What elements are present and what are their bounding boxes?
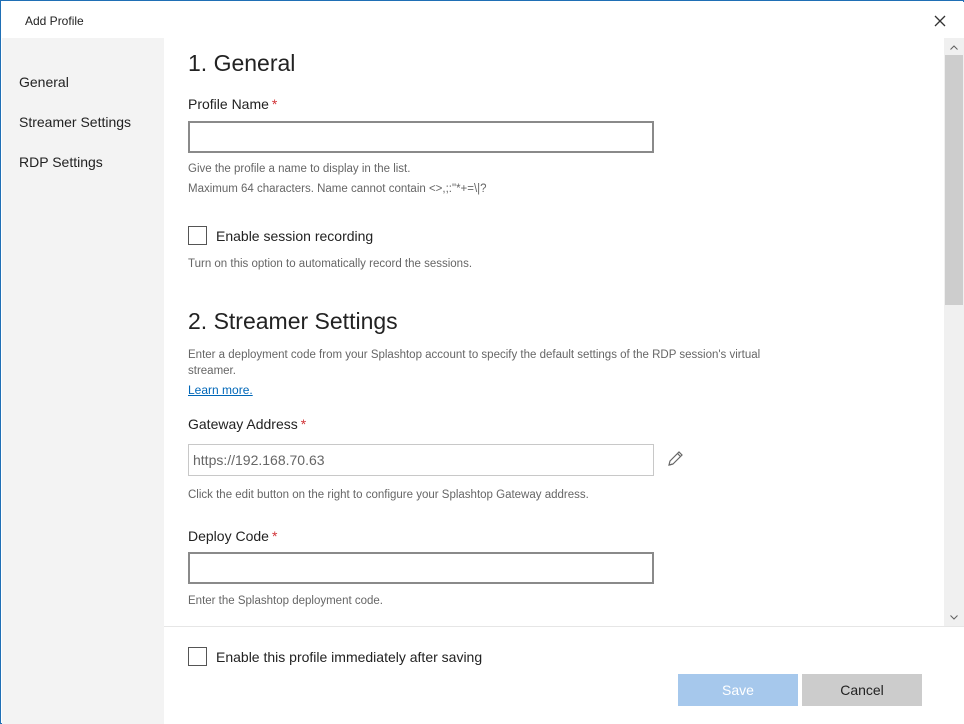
section-title-general: 1. General [188,50,296,76]
learn-more-link[interactable]: Learn more. [188,383,253,397]
close-icon [934,15,946,27]
profile-name-help-1: Give the profile a name to display in th… [188,163,411,175]
vertical-scrollbar[interactable] [944,38,964,626]
save-button[interactable]: Save [678,674,798,706]
gateway-address-input[interactable] [188,444,654,476]
window-title: Add Profile [25,14,84,28]
session-recording-label: Enable session recording [216,228,374,244]
enable-profile-label: Enable this profile immediately after sa… [216,649,483,665]
deploy-code-input[interactable] [188,552,654,584]
profile-name-label: Profile Name * [188,96,277,112]
required-mark: * [300,416,307,432]
main-content: 1. General Profile Name * Give the profil… [164,38,944,626]
profile-name-input[interactable] [188,121,654,153]
gateway-address-help: Click the edit button on the right to co… [188,489,589,501]
sidebar-item-rdp-settings[interactable]: RDP Settings [19,154,103,170]
sidebar: General Streamer Settings RDP Settings [2,38,164,724]
pencil-icon [668,451,683,466]
deploy-code-help: Enter the Splashtop deployment code. [188,595,383,607]
close-button[interactable] [928,9,952,33]
session-recording-help: Turn on this option to automatically rec… [188,258,473,270]
sidebar-item-general[interactable]: General [19,74,69,90]
scroll-thumb[interactable] [945,55,963,305]
deploy-code-label-text: Deploy Code [188,528,269,544]
gateway-address-label: Gateway Address * [188,416,306,432]
session-recording-checkbox[interactable] [188,226,207,245]
enable-profile-checkbox[interactable] [188,647,207,666]
sidebar-item-streamer-settings[interactable]: Streamer Settings [19,114,131,130]
title-bar: Add Profile [2,2,964,38]
profile-name-help-2: Maximum 64 characters. Name cannot conta… [188,183,487,195]
section-title-streamer-settings: 2. Streamer Settings [188,308,398,334]
scroll-up-button[interactable] [944,38,964,56]
add-profile-dialog: Add Profile General Streamer Settings RD… [0,0,964,724]
dialog-footer: Enable this profile immediately after sa… [164,626,964,724]
cancel-button[interactable]: Cancel [802,674,922,706]
deploy-code-label: Deploy Code * [188,528,277,544]
required-mark: * [271,96,278,112]
chevron-down-icon [950,614,958,620]
profile-name-label-text: Profile Name [188,96,269,112]
gateway-address-label-text: Gateway Address [188,416,298,432]
gateway-edit-button[interactable] [665,449,685,469]
scroll-down-button[interactable] [944,608,964,626]
chevron-up-icon [950,44,958,50]
required-mark: * [271,528,278,544]
streamer-description: Enter a deployment code from your Splash… [188,349,761,377]
